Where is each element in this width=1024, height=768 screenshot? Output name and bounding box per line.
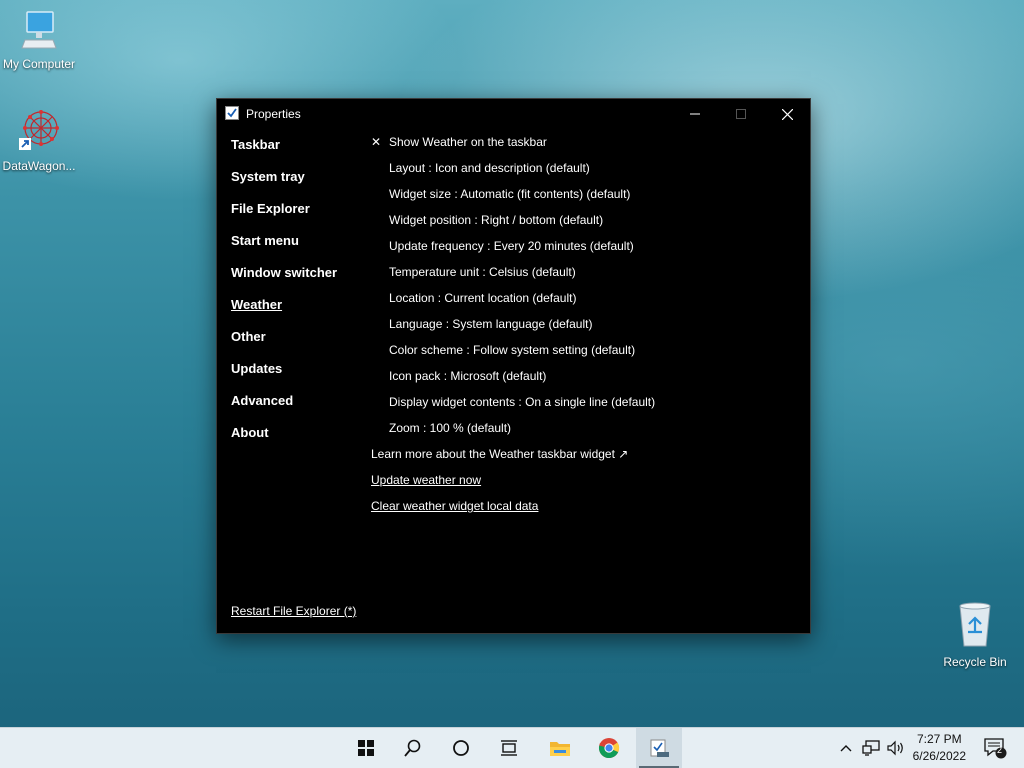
computer-icon (0, 10, 84, 53)
window-title: Properties (246, 107, 301, 121)
minimize-button[interactable] (672, 99, 718, 129)
nav-item-window-switcher[interactable]: Window switcher (231, 265, 337, 297)
clock-time: 7:27 PM (916, 732, 962, 746)
task-view-icon (501, 740, 517, 756)
maximize-icon (736, 109, 746, 119)
title-bar[interactable]: Properties (217, 99, 810, 129)
setting-display-widget-contents[interactable]: Display widget contents : On a single li… (371, 393, 800, 419)
setting-icon-pack[interactable]: Icon pack : Microsoft (default) (371, 367, 800, 393)
setting-widget-position[interactable]: Widget position : Right / bottom (defaul… (371, 211, 800, 237)
file-explorer-icon (550, 742, 570, 756)
restart-file-explorer-link[interactable]: Restart File Explorer (*) (231, 604, 356, 618)
notifications-button[interactable]: 2 (980, 728, 1010, 768)
chrome-button[interactable] (587, 728, 631, 768)
notification-count-badge: 2 (996, 745, 1002, 755)
desktop-icon-datawagon[interactable]: DataWagon... (0, 108, 84, 173)
properties-app-icon (225, 106, 239, 120)
show-hidden-icons-button[interactable] (836, 728, 856, 768)
nav-item-taskbar[interactable]: Taskbar (231, 137, 337, 169)
weather-settings: ✕ Show Weather on the taskbar Layout : Ic… (371, 133, 800, 523)
datawagon-shortcut-icon (0, 108, 84, 155)
desktop-icon-label: Recycle Bin (943, 655, 1007, 669)
settings-nav: Taskbar System tray File Explorer Start … (231, 137, 337, 457)
chrome-icon (598, 738, 620, 759)
properties-window: Properties Taskbar System tray File Expl… (216, 98, 811, 634)
nav-item-start-menu[interactable]: Start menu (231, 233, 337, 265)
checkmark-icon: ✕ (371, 135, 382, 149)
setting-layout[interactable]: Layout : Icon and description (default) (371, 159, 800, 185)
volume-icon (887, 740, 903, 756)
learn-more-link[interactable]: Learn more about the Weather taskbar wid… (371, 445, 800, 471)
nav-item-updates[interactable]: Updates (231, 361, 337, 393)
search-button[interactable] (391, 728, 435, 768)
setting-location[interactable]: Location : Current location (default) (371, 289, 800, 315)
desktop-icon-label: DataWagon... (2, 159, 76, 173)
task-view-button[interactable] (487, 728, 531, 768)
setting-update-frequency[interactable]: Update frequency : Every 20 minutes (def… (371, 237, 800, 263)
nav-item-system-tray[interactable]: System tray (231, 169, 337, 201)
nav-item-file-explorer[interactable]: File Explorer (231, 201, 337, 233)
start-button[interactable] (344, 728, 388, 768)
show-weather-toggle[interactable]: ✕ Show Weather on the taskbar (371, 133, 800, 159)
nav-item-advanced[interactable]: Advanced (231, 393, 337, 425)
search-icon (404, 739, 421, 757)
network-button[interactable] (859, 728, 883, 768)
clear-weather-data-link[interactable]: Clear weather widget local data (371, 499, 538, 513)
file-explorer-button[interactable] (538, 728, 582, 768)
minimize-icon (690, 113, 700, 115)
cortana-button[interactable] (439, 728, 483, 768)
cortana-icon (453, 740, 469, 756)
setting-widget-size[interactable]: Widget size : Automatic (fit contents) (… (371, 185, 800, 211)
nav-item-about[interactable]: About (231, 425, 337, 457)
setting-temperature-unit[interactable]: Temperature unit : Celsius (default) (371, 263, 800, 289)
clock-date: 6/26/2022 (912, 749, 966, 763)
volume-button[interactable] (884, 728, 908, 768)
close-button[interactable] (764, 99, 810, 129)
clock[interactable]: 7:27 PM 6/26/2022 (913, 731, 966, 765)
nav-item-weather[interactable]: Weather (231, 297, 337, 329)
setting-language[interactable]: Language : System language (default) (371, 315, 800, 341)
properties-taskbar-button[interactable] (636, 728, 682, 768)
recycle-bin-icon (930, 602, 1020, 651)
maximize-button[interactable] (718, 99, 764, 129)
setting-color-scheme[interactable]: Color scheme : Follow system setting (de… (371, 341, 800, 367)
update-weather-now-link[interactable]: Update weather now (371, 473, 481, 487)
nav-item-other[interactable]: Other (231, 329, 337, 361)
desktop-icon-label: My Computer (2, 57, 76, 71)
start-icon (358, 740, 374, 756)
chevron-up-icon (840, 745, 852, 752)
desktop-icon-recycle-bin[interactable]: Recycle Bin (930, 602, 1020, 669)
show-weather-label: Show Weather on the taskbar (389, 135, 547, 149)
network-icon (862, 740, 880, 756)
explorer-patcher-properties-icon (650, 739, 669, 757)
taskbar: 7:27 PM 6/26/2022 2 (0, 727, 1024, 768)
setting-zoom[interactable]: Zoom : 100 % (default) (371, 419, 800, 445)
close-icon (781, 108, 793, 120)
desktop-icon-my-computer[interactable]: My Computer (0, 10, 84, 71)
